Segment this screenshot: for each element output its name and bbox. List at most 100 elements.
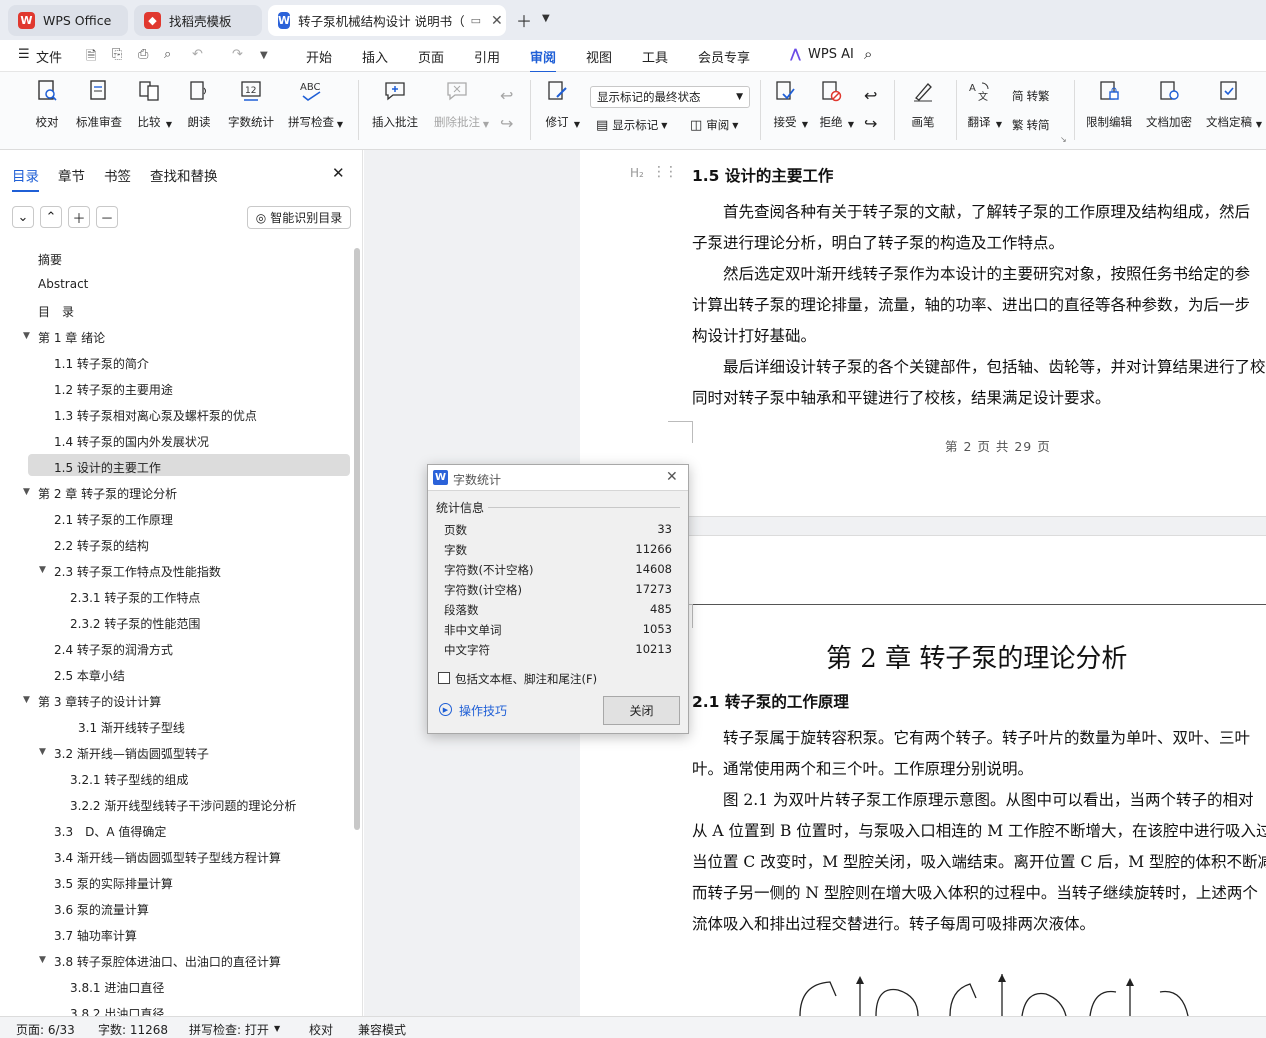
track-changes-button[interactable]: 修订 ▼ [544,78,580,130]
encrypt-document-button[interactable]: 文档加密 [1146,78,1192,130]
toc-item[interactable]: 1.1 转子泵的简介 [54,355,149,372]
collapse-up-button[interactable]: ⌃ [40,206,62,228]
prev-comment-icon[interactable]: ↩ [500,86,513,105]
to-traditional-button[interactable]: 简转繁 [1012,88,1050,104]
drag-handle-icon[interactable]: ⋮⋮ [652,164,678,180]
proofread-status[interactable]: 校对 [309,1021,333,1038]
toc-item[interactable]: Abstract [38,277,88,291]
pane-tab-find-replace[interactable]: 查找和替换 [150,165,218,185]
menu-insert[interactable]: 插入 [362,47,388,66]
toc-item[interactable]: 1.3 转子泵相对离心泵及螺杆泵的优点 [54,407,257,424]
menu-review[interactable]: 审阅 [530,47,557,73]
translate-button[interactable]: A文 翻译 ▼ [966,78,1002,130]
toc-item[interactable]: 3.7 轴功率计算 [54,927,137,944]
close-tab-icon[interactable]: ✕ [491,13,503,29]
toc-item[interactable]: 3.2.1 转子型线的组成 [70,771,188,788]
tab-docer-templates[interactable]: ◆ 找稻壳模板 [134,5,262,36]
undo-icon[interactable]: ↶ [192,47,203,62]
pane-scrollbar-thumb[interactable] [354,248,360,830]
print-icon[interactable]: ⎙ [138,47,148,62]
standard-review-button[interactable]: 标准审查 [76,78,122,130]
new-tab-icon[interactable]: ＋ [516,8,532,32]
toc-item[interactable]: 1.4 转子泵的国内外发展状况 [54,433,209,450]
close-icon[interactable]: ✕ [666,469,678,485]
toc-item[interactable]: 2.1 转子泵的工作原理 [54,511,173,528]
toc-item[interactable]: 3.8 转子泵腔体进油口、出油口的直径计算 [54,953,281,970]
dialog-titlebar[interactable]: W 字数统计 ✕ [428,465,688,491]
show-markup-button[interactable]: ▤ 显示标记 ▼ [596,117,667,133]
add-entry-button[interactable]: ＋ [68,206,90,228]
toc-item[interactable]: 2.2 转子泵的结构 [54,537,149,554]
menu-view[interactable]: 视图 [586,47,612,66]
chevron-down-icon[interactable]: ▼ [542,13,550,24]
finalize-document-button[interactable]: 文档定稿 ▼ [1206,78,1262,130]
toc-item[interactable]: 3.5 泵的实际排量计算 [54,875,173,892]
markup-display-select[interactable]: 显示标记的最终状态 ▼ [590,86,750,108]
page-indicator[interactable]: 页面: 6/33 [16,1021,75,1038]
toc-item[interactable]: 2.3.1 转子泵的工作特点 [70,589,200,606]
toc-item[interactable]: 2.4 转子泵的润滑方式 [54,641,173,658]
read-aloud-button[interactable]: 朗读 [186,78,212,130]
expand-caret-icon[interactable]: ▼ [23,331,30,341]
toc-item[interactable]: 3.2 渐开线—销齿圆弧型转子 [54,745,209,762]
menu-wps-ai[interactable]: WPS AI [808,47,854,62]
expand-caret-icon[interactable]: ▼ [23,487,30,497]
include-textbox-checkbox[interactable] [438,672,450,684]
proofread-button[interactable]: 校对 [34,78,60,130]
menu-home[interactable]: 开始 [306,47,332,66]
toc-item[interactable]: 2.3.2 转子泵的性能范围 [70,615,200,632]
word-count-indicator[interactable]: 字数: 11268 [98,1021,168,1038]
word-count-button[interactable]: 12 字数统计 [228,78,274,130]
toc-item[interactable]: 第 2 章 转子泵的理论分析 [38,485,177,502]
tab-wps-office[interactable]: W WPS Office [8,5,128,36]
expand-caret-icon[interactable]: ▼ [39,565,46,575]
menu-member[interactable]: 会员专享 [698,47,750,66]
expand-caret-icon[interactable]: ▼ [39,747,46,757]
next-change-icon[interactable]: ↪ [864,114,877,133]
delete-comment-button[interactable]: 删除批注 ▼ [434,78,489,130]
save-icon[interactable]: 🗎 [86,47,96,69]
to-simplified-button[interactable]: 繁转简 [1012,117,1050,133]
tab-document[interactable]: W 转子泵机械结构设计 说明书（ ▭ ✕ [268,5,506,36]
toc-item[interactable]: 3.8.1 进油口直径 [70,979,164,996]
reject-button[interactable]: 拒绝 ▼ [818,78,854,130]
prev-change-icon[interactable]: ↩ [864,86,877,105]
redo-icon[interactable]: ↷ [232,47,243,62]
toc-item[interactable]: 2.3 转子泵工作特点及性能指数 [54,563,221,580]
toc-item[interactable]: 2.5 本章小结 [54,667,125,684]
spell-check-status[interactable]: 拼写检查: 打开 [189,1021,269,1038]
close-pane-icon[interactable]: ✕ [332,164,345,182]
toc-item[interactable]: 3.2.2 渐开线型线转子干涉问题的理论分析 [70,797,296,814]
expand-caret-icon[interactable]: ▼ [23,695,30,705]
toc-item[interactable]: 第 3 章转子的设计计算 [38,693,161,710]
menu-tools[interactable]: 工具 [642,47,668,66]
expand-caret-icon[interactable]: ▼ [39,955,46,965]
more-chevron-icon[interactable]: ▼ [260,50,268,61]
export-icon[interactable]: ⎘ [112,47,122,62]
accept-button[interactable]: 接受 ▼ [772,78,808,130]
toc-item[interactable]: 第 1 章 绪论 [38,329,105,346]
screen-icon[interactable]: ▭ [471,14,481,27]
review-pane-button[interactable]: ◫ 审阅 ▼ [690,117,738,133]
print-preview-icon[interactable]: ⌕ [164,47,171,62]
spell-check-button[interactable]: ABC 拼写检查 ▼ [288,78,343,130]
dialog-launcher-icon[interactable]: ↘ [1060,135,1067,144]
toc-item[interactable]: 目 录 [38,303,74,320]
pane-tab-toc[interactable]: 目录 [12,165,39,192]
toc-item[interactable]: 3.3 D、A 值得确定 [54,823,166,840]
toc-item[interactable]: 3.1 渐开线转子型线 [78,719,185,736]
toc-item[interactable]: 摘要 [38,251,62,268]
search-icon[interactable]: ⌕ [864,45,872,63]
smart-toc-button[interactable]: ◎ 智能识别目录 [247,206,351,229]
menu-layout[interactable]: 页面 [418,47,444,66]
close-button[interactable]: 关闭 [603,696,680,725]
menu-references[interactable]: 引用 [474,47,500,66]
menu-file[interactable]: 文件 [36,47,62,66]
insert-comment-button[interactable]: 插入批注 [372,78,418,130]
pane-tab-bookmarks[interactable]: 书签 [104,165,131,185]
toc-item[interactable]: 1.5 设计的主要工作 [54,459,161,476]
ink-pen-button[interactable]: 画笔 [910,78,936,130]
toc-item[interactable]: 3.4 渐开线—销齿圆弧型转子型线方程计算 [54,849,281,866]
hamburger-icon[interactable]: ☰ [18,47,30,62]
pane-tab-sections[interactable]: 章节 [58,165,85,185]
